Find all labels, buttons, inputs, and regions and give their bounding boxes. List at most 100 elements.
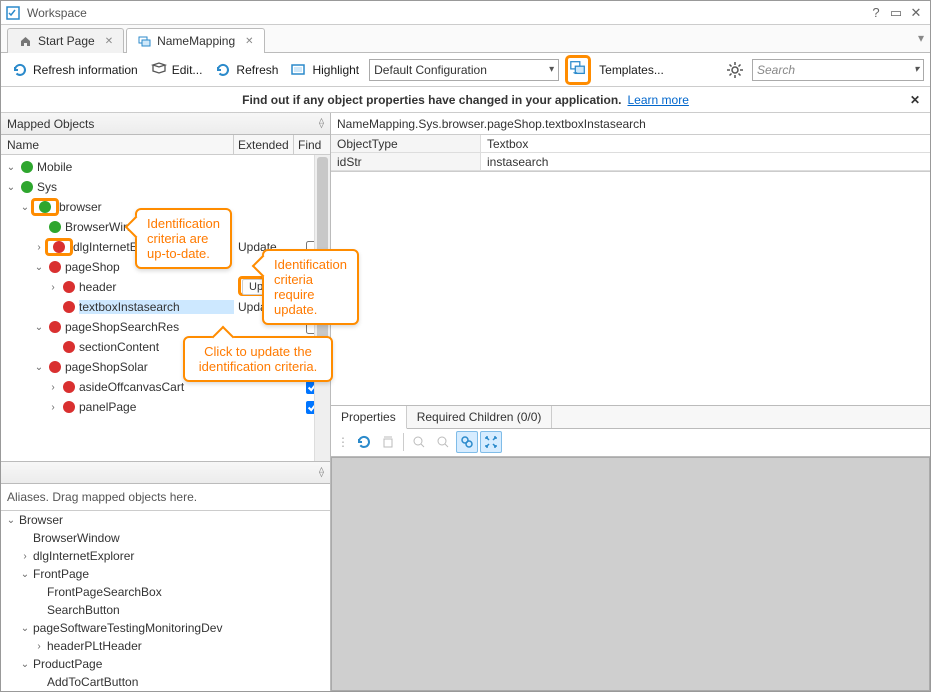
tab-required-children[interactable]: Required Children (0/0) [407, 406, 553, 428]
tree-row[interactable]: ⌄Mobile [1, 157, 330, 177]
tree-row[interactable]: ⌄pageShopSolar [1, 357, 330, 377]
column-find[interactable]: Find [294, 135, 330, 154]
collapse-icon[interactable]: ⌄ [19, 569, 31, 580]
tree-extended[interactable]: Upda... [234, 300, 294, 314]
alias-label: pageSoftwareTestingMonitoringDev [31, 621, 222, 635]
refresh-button[interactable]: Refresh [210, 58, 282, 82]
alias-row[interactable]: ›dlgInternetExplorer [1, 547, 330, 565]
tree-extended[interactable]: Update [234, 240, 294, 254]
search-input[interactable]: Search ▾ [752, 59, 924, 81]
vertical-scrollbar[interactable] [314, 155, 330, 461]
collapse-icon[interactable]: ⌄ [5, 515, 17, 526]
tree-label: header [79, 280, 234, 294]
update-button[interactable]: Update [242, 279, 291, 295]
aliases-hint: Aliases. Drag mapped objects here. [1, 484, 330, 511]
expand-icon[interactable]: › [33, 641, 45, 652]
edit-button[interactable]: Edit... [146, 58, 207, 82]
property-value[interactable]: instasearch [481, 153, 930, 170]
tree-row[interactable]: ⌄ pageShop [1, 257, 330, 277]
tabs-dropdown-icon[interactable]: ▾ [918, 31, 924, 45]
tree-row[interactable]: ›panelPage [1, 397, 330, 417]
collapse-icon[interactable]: ⌄ [19, 202, 31, 213]
tree-label: dlgInternetExplorer [73, 240, 234, 254]
refresh-props-button[interactable] [353, 431, 375, 453]
tree-row[interactable]: › header Update [1, 277, 330, 297]
expand-icon[interactable]: › [47, 402, 59, 413]
property-row: idStr instasearch [331, 153, 930, 171]
notification-close[interactable]: ✕ [910, 93, 920, 107]
compare-configs-button[interactable] [565, 55, 591, 85]
tree-row[interactable]: ⌄Sys [1, 177, 330, 197]
column-name[interactable]: Name [1, 135, 234, 154]
status-bullet-red [63, 301, 75, 313]
tree-label: browser [59, 200, 234, 214]
pin-icon[interactable]: ⟠ [319, 467, 324, 478]
refresh-information-button[interactable]: Refresh information [7, 58, 142, 82]
tree-label: pageShop [65, 260, 234, 274]
tree-row[interactable]: ⌄ browser [1, 197, 330, 217]
tab-close-icon[interactable]: ✕ [105, 36, 113, 47]
collapse-icon[interactable]: ⌄ [19, 623, 31, 634]
tree-row[interactable]: textboxInstasearchUpda... [1, 297, 330, 317]
mapped-objects-header: Mapped Objects ⟠ [1, 113, 330, 135]
settings-button[interactable] [726, 61, 744, 79]
alias-row[interactable]: ⌄ProductPage [1, 655, 330, 673]
alias-row[interactable]: SearchButton [1, 601, 330, 619]
alias-row[interactable]: BrowserWindow [1, 529, 330, 547]
column-extended[interactable]: Extended [234, 135, 294, 154]
collapse-icon[interactable]: ⌄ [33, 262, 45, 273]
alias-label: BrowserWindow [31, 531, 120, 545]
close-button[interactable]: ✕ [906, 5, 926, 21]
tree-row[interactable]: ⌄ pageShopSearchRes [1, 317, 330, 337]
tab-start-page[interactable]: Start Page ✕ [7, 28, 124, 53]
tree-label: sectionContent [79, 340, 234, 354]
alias-label: FrontPage [31, 567, 89, 581]
expand-icon[interactable]: › [33, 242, 45, 253]
mapped-objects-tree[interactable]: Name Extended Find ⌄Mobile⌄Sys⌄browserBr… [1, 135, 330, 461]
collapse-icon[interactable]: ⌄ [19, 659, 31, 670]
expand-icon[interactable]: › [19, 551, 31, 562]
tree-row[interactable]: BrowserWindow [1, 217, 330, 237]
notification-link[interactable]: Learn more [628, 93, 689, 107]
pin-icon[interactable]: ⟠ [319, 118, 324, 129]
tab-close-icon[interactable]: ✕ [245, 36, 253, 47]
alias-row[interactable]: ›headerPLtHeader [1, 637, 330, 655]
alias-label: SearchButton [45, 603, 120, 617]
tree-row[interactable]: sectionContent [1, 337, 330, 357]
configuration-select[interactable]: Default Configuration ▾ [369, 59, 559, 81]
tab-name-mapping[interactable]: NameMapping ✕ [126, 28, 264, 53]
alias-row[interactable]: ⌄Browser [1, 511, 330, 529]
maximize-button[interactable]: ▭ [886, 5, 906, 21]
tree-row[interactable]: › dlgInternetExplorerUpdate [1, 237, 330, 257]
alias-row[interactable]: ⌄FrontPage [1, 565, 330, 583]
delete-button [377, 431, 399, 453]
object-path: NameMapping.Sys.browser.pageShop.textbox… [331, 113, 930, 135]
main-toolbar: Refresh information Edit... Refresh High… [1, 53, 930, 87]
aliases-tree[interactable]: ⌄Browser BrowserWindow ›dlgInternetExplore… [1, 511, 330, 691]
tree-row[interactable]: ›asideOffcanvasCart [1, 377, 330, 397]
refresh-icon [214, 61, 232, 79]
home-icon [18, 34, 32, 48]
expand-icon[interactable]: › [47, 382, 59, 393]
aliases-header: ⟠ [1, 462, 330, 484]
alias-label: ProductPage [31, 657, 102, 671]
templates-button[interactable]: Templates... [595, 60, 668, 80]
collapse-icon[interactable]: ⌄ [5, 162, 17, 173]
alias-row[interactable]: ⌄pageSoftwareTestingMonitoringDev [1, 619, 330, 637]
status-bullet-red [53, 241, 65, 253]
alias-row[interactable]: AddToCartButton [1, 673, 330, 691]
alias-row[interactable]: FrontPageSearchBox [1, 583, 330, 601]
link-button[interactable] [456, 431, 478, 453]
highlight-button[interactable]: Highlight [286, 58, 363, 82]
expand-icon[interactable]: › [47, 282, 59, 293]
expand-button[interactable] [480, 431, 502, 453]
collapse-icon[interactable]: ⌄ [33, 322, 45, 333]
collapse-icon[interactable]: ⌄ [5, 182, 17, 193]
tab-properties[interactable]: Properties [331, 406, 407, 429]
tree-extended[interactable]: Update [234, 279, 294, 295]
help-button[interactable]: ? [866, 5, 886, 20]
property-value[interactable]: Textbox [481, 135, 930, 152]
tree-label: pageShopSearchRes [65, 320, 234, 334]
status-bullet-red [49, 361, 61, 373]
collapse-icon[interactable]: ⌄ [33, 362, 45, 373]
